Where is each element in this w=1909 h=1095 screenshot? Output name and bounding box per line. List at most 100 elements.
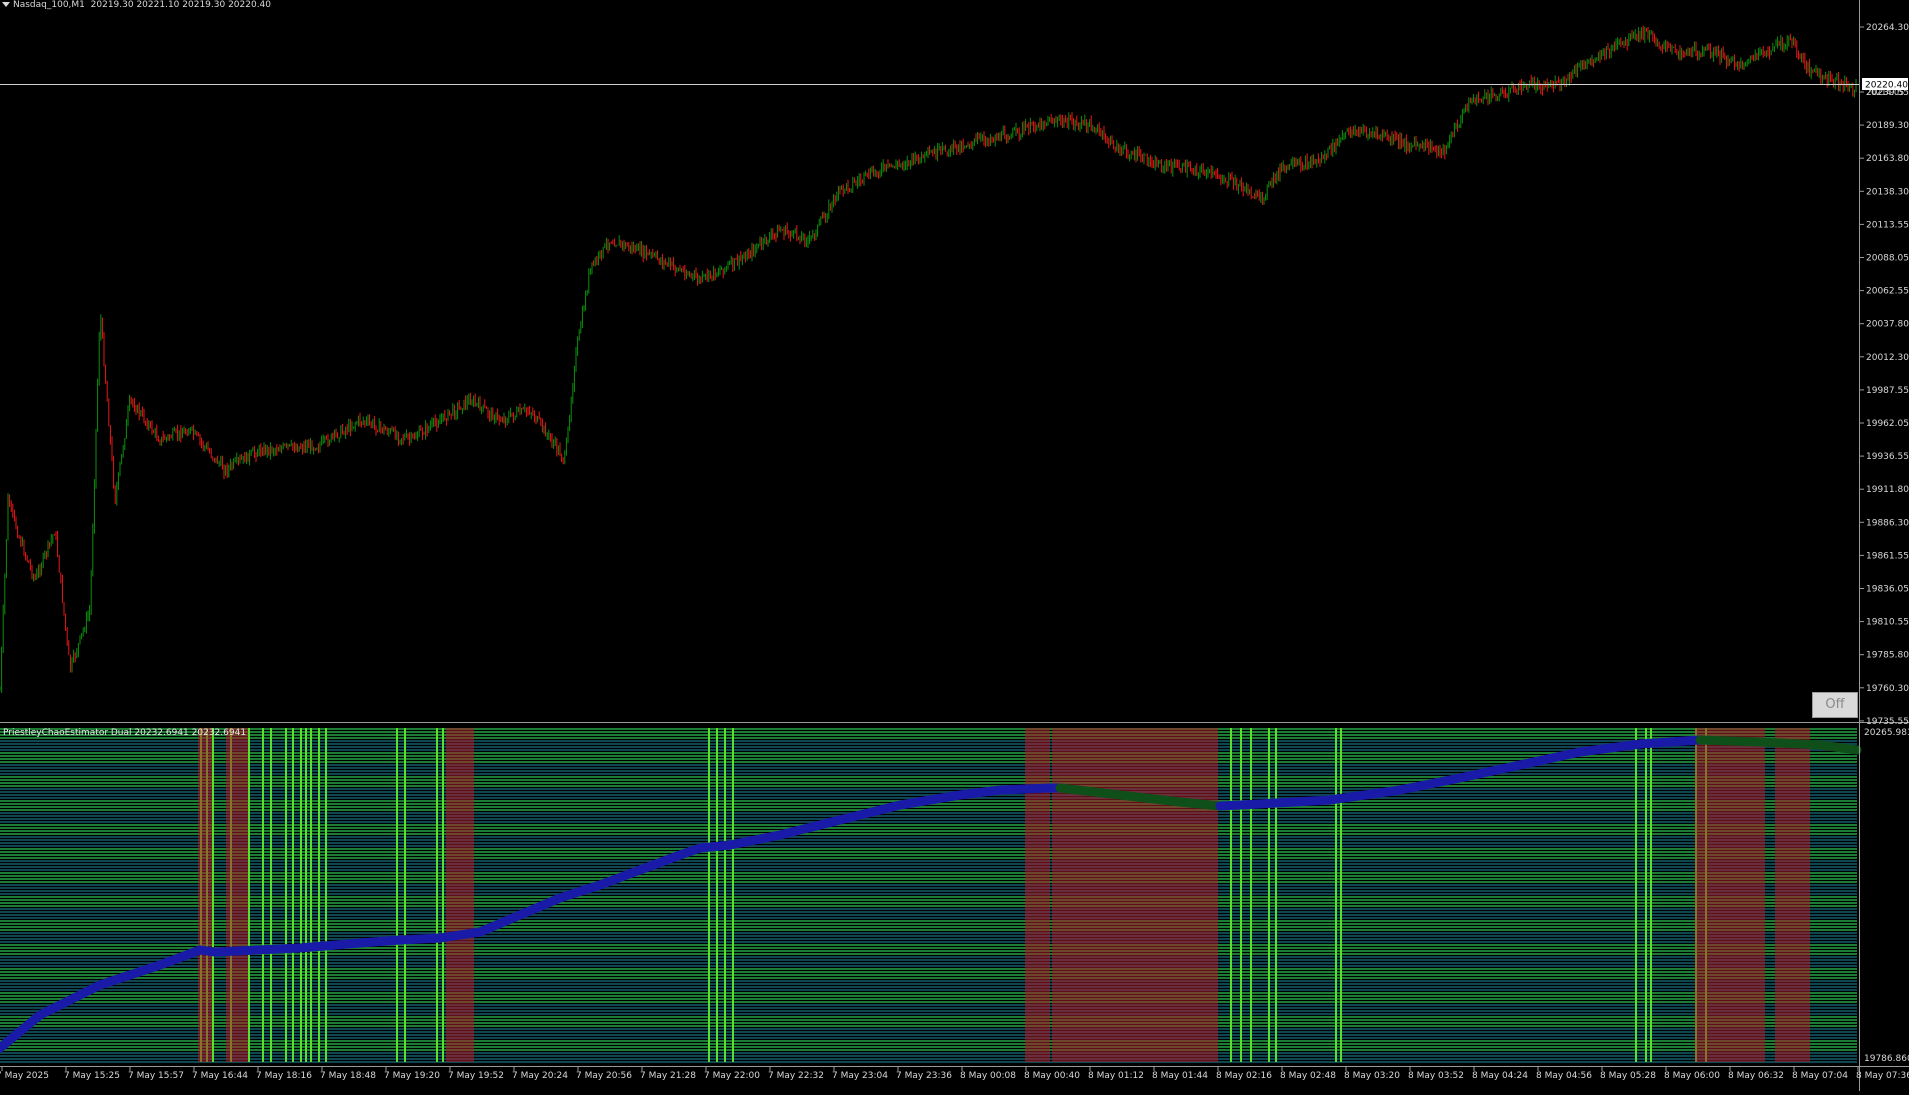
price-tick-label: 20138.30 xyxy=(1866,187,1909,197)
indicator-band-stripe xyxy=(0,884,1857,886)
indicator-band-stripe xyxy=(0,1043,1857,1045)
indicator-signal-bar xyxy=(248,728,250,1062)
indicator-band-stripe xyxy=(0,743,1857,745)
indicator-band-stripe xyxy=(0,785,1857,787)
indicator-band-stripe xyxy=(0,758,1857,760)
time-tick-label: 8 May 01:12 xyxy=(1088,1071,1144,1081)
time-tick-label: 7 May 2025 xyxy=(0,1071,49,1081)
indicator-band-stripe xyxy=(0,1031,1857,1033)
indicator-band-stripe xyxy=(0,833,1857,835)
indicator-band-stripe xyxy=(0,1016,1857,1018)
indicator-band-stripe xyxy=(0,905,1857,907)
time-tick-label: 7 May 23:04 xyxy=(832,1071,888,1081)
indicator-alert-region xyxy=(226,728,248,1062)
indicator-alert-region xyxy=(1052,728,1218,1062)
indicator-band-stripe xyxy=(0,935,1857,937)
indicator-signal-bar xyxy=(396,728,398,1062)
indicator-band-stripe xyxy=(0,908,1857,910)
indicator-band-stripe xyxy=(0,1013,1857,1015)
indicator-bottom-tick: 19786.860 xyxy=(1864,1054,1909,1064)
ohlc-values: 20219.30 20221.10 20219.30 20220.40 xyxy=(90,0,272,10)
indicator-band-stripe xyxy=(0,824,1857,826)
indicator-band-stripe xyxy=(0,866,1857,868)
time-tick-label: 7 May 16:44 xyxy=(192,1071,248,1081)
time-tick-label: 7 May 23:36 xyxy=(896,1071,952,1081)
indicator-band-stripe xyxy=(0,917,1857,919)
chart-canvas[interactable]: 20264.3020239.5520189.3020163.8020138.30… xyxy=(0,0,1909,1091)
price-tick-label: 20163.80 xyxy=(1866,154,1909,164)
indicator-band-stripe xyxy=(0,923,1857,925)
indicator-alert-region xyxy=(1695,728,1765,1062)
indicator-band-stripe xyxy=(0,902,1857,904)
indicator-band-stripe xyxy=(0,959,1857,961)
indicator-band-stripe xyxy=(0,1040,1857,1042)
time-tick-label: 8 May 05:28 xyxy=(1600,1071,1656,1081)
indicator-band-stripe xyxy=(0,989,1857,991)
indicator-band-stripe xyxy=(0,965,1857,967)
indicator-band-stripe xyxy=(0,746,1857,748)
indicator-title: PriestleyChaoEstimator Dual 20232.6941 2… xyxy=(3,728,247,738)
trading-chart[interactable]: 20264.30 20239.55 20189.30 20163.80 20138.30… xyxy=(0,0,1909,1091)
indicator-signal-bar xyxy=(1240,728,1242,1062)
indicator-signal-bar xyxy=(318,728,320,1062)
indicator-signal-bar xyxy=(305,728,307,1062)
indicator-band-stripe xyxy=(0,872,1857,874)
time-tick-label: 8 May 01:44 xyxy=(1152,1071,1208,1081)
indicator-band-stripe xyxy=(0,854,1857,856)
indicator-band-stripe xyxy=(0,848,1857,850)
indicator-band-stripe xyxy=(0,929,1857,931)
indicator-band-stripe xyxy=(0,731,1857,733)
indicator-signal-bar xyxy=(724,728,726,1062)
indicator-band-stripe xyxy=(0,842,1857,844)
indicator-band-stripe xyxy=(0,983,1857,985)
indicator-band-stripe xyxy=(0,734,1857,736)
time-tick-label: 8 May 02:16 xyxy=(1216,1071,1272,1081)
time-tick-label: 8 May 02:48 xyxy=(1280,1071,1336,1081)
time-tick-label: 7 May 20:24 xyxy=(512,1071,568,1081)
indicator-signal-bar xyxy=(292,728,294,1062)
indicator-band-stripe xyxy=(0,998,1857,1000)
indicator-band-stripe xyxy=(0,977,1857,979)
indicator-band-stripe xyxy=(0,932,1857,934)
indicator-band-stripe xyxy=(0,776,1857,778)
indicator-band-stripe xyxy=(0,809,1857,811)
indicator-signal-bar xyxy=(442,728,444,1062)
price-tick-label: 19735.55 xyxy=(1866,717,1909,727)
time-tick-label: 8 May 03:52 xyxy=(1408,1071,1464,1081)
indicator-band-stripe xyxy=(0,728,1857,730)
price-tick-label: 19886.30 xyxy=(1866,518,1909,528)
off-button[interactable]: Off xyxy=(1812,692,1858,718)
indicator-alert-region xyxy=(1775,728,1810,1062)
indicator-band-stripe xyxy=(0,914,1857,916)
price-tick-label: 20062.55 xyxy=(1866,287,1909,297)
price-tick-label: 19861.55 xyxy=(1866,551,1909,561)
indicator-band-stripe xyxy=(0,1052,1857,1054)
indicator-band-stripe xyxy=(0,1001,1857,1003)
indicator-band-stripe xyxy=(0,1028,1857,1030)
indicator-signal-bar xyxy=(1275,728,1277,1062)
indicator-band-stripe xyxy=(0,791,1857,793)
indicator-band-stripe xyxy=(0,893,1857,895)
price-tick-label: 20113.55 xyxy=(1866,220,1909,230)
indicator-band-stripe xyxy=(0,881,1857,883)
indicator-signal-bar xyxy=(300,728,302,1062)
indicator-band-stripe xyxy=(0,818,1857,820)
price-tick-label: 19836.05 xyxy=(1866,585,1909,595)
indicator-band-stripe xyxy=(0,1037,1857,1039)
indicator-band-stripe xyxy=(0,806,1857,808)
indicator-band-stripe xyxy=(0,767,1857,769)
indicator-alert-region xyxy=(198,728,212,1062)
time-tick-label: 7 May 15:57 xyxy=(128,1071,184,1081)
price-tick-label: 19785.80 xyxy=(1866,651,1909,661)
indicator-band-stripe xyxy=(0,1025,1857,1027)
indicator-band-stripe xyxy=(0,986,1857,988)
indicator-band-stripe xyxy=(0,812,1857,814)
price-tick-label: 20037.80 xyxy=(1866,320,1909,330)
indicator-signal-bar xyxy=(1635,728,1637,1062)
time-tick-label: 8 May 07:36 xyxy=(1856,1071,1909,1081)
indicator-band-stripe xyxy=(0,851,1857,853)
indicator-band-stripe xyxy=(0,980,1857,982)
collapse-triangle-icon[interactable] xyxy=(2,2,10,7)
indicator-band-stripe xyxy=(0,839,1857,841)
indicator-band-stripe xyxy=(0,1046,1857,1048)
